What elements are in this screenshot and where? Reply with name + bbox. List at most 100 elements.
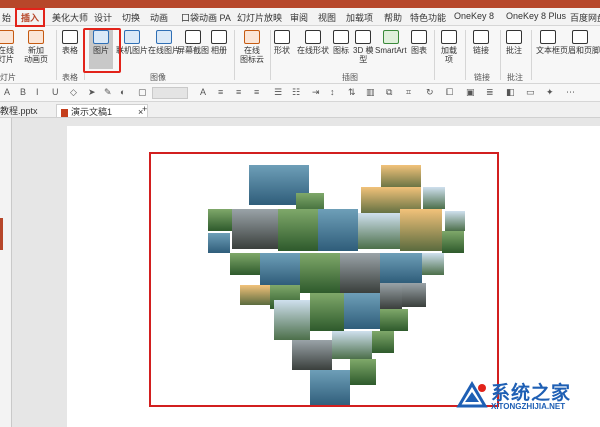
header-footer-icon xyxy=(572,30,588,44)
arrow-icon[interactable]: ➤ xyxy=(88,87,96,98)
online-shapes-icon xyxy=(305,30,321,44)
effects-icon[interactable]: ✦ xyxy=(546,87,554,98)
group-separator xyxy=(531,30,532,80)
online-icon-cloud-button[interactable]: 在线 图标云 xyxy=(240,30,264,64)
smartart-icon xyxy=(382,30,399,44)
watermark-logo-icon xyxy=(456,381,488,408)
header-footer-button[interactable]: 页眉和页脚 xyxy=(560,30,600,55)
icons-button[interactable]: 图标 xyxy=(333,30,349,55)
shape-icon[interactable]: ▢ xyxy=(138,87,147,98)
online-slide-button[interactable]: 在线 灯片 xyxy=(0,30,14,64)
tab-onekey8-plus[interactable]: OneKey 8 Plus xyxy=(506,11,566,21)
group-separator xyxy=(465,30,466,80)
tab-home[interactable]: 始 xyxy=(2,11,11,24)
group-separator xyxy=(270,30,271,80)
camera-icon xyxy=(185,30,201,44)
addins-button[interactable]: 加载 项 xyxy=(441,30,457,64)
watermark-name: 系统之家 xyxy=(491,383,572,404)
tab-slideshow[interactable]: 幻灯片放映 xyxy=(237,11,282,24)
group-label-illustrations: 插图 xyxy=(342,73,358,82)
screenshot-button[interactable]: 屏幕截图 xyxy=(177,30,209,55)
group-label-images: 图像 xyxy=(150,73,166,82)
doc-tab-presentation1[interactable]: 演示文稿1 × xyxy=(56,104,149,117)
textbox-button[interactable]: 文本框 xyxy=(536,30,560,55)
spacing-icon[interactable]: ↕ xyxy=(330,87,335,97)
smartart-button[interactable]: SmartArt xyxy=(375,30,407,55)
tab-review[interactable]: 审阅 xyxy=(290,11,308,24)
slide-icon xyxy=(0,30,14,44)
indent-icon[interactable]: ⇥ xyxy=(312,87,320,98)
web-picture-button[interactable]: 在线图片 xyxy=(148,30,180,55)
link-button[interactable]: 链接 xyxy=(473,30,489,55)
columns-icon[interactable]: ▥ xyxy=(366,87,375,98)
paint-icon[interactable]: ◐ xyxy=(120,87,125,97)
new-tab-button[interactable]: + xyxy=(142,104,147,114)
italic-icon[interactable]: I xyxy=(36,87,39,97)
doc-tab-tutorial[interactable]: 教程.pptx xyxy=(0,104,38,117)
tab-view[interactable]: 视图 xyxy=(318,11,336,24)
chart-button[interactable]: 图表 xyxy=(411,30,427,55)
align-right-icon[interactable]: ≡ xyxy=(254,87,259,97)
group-label-links: 链接 xyxy=(474,73,490,82)
chart-icon xyxy=(411,30,427,44)
group-separator xyxy=(434,30,435,80)
tab-baidu-netdisk[interactable]: 百度网盘 xyxy=(570,11,600,24)
tab-beautify[interactable]: 美化大师 xyxy=(52,11,88,24)
red-highlight-frame xyxy=(149,152,499,407)
group-separator xyxy=(234,30,235,80)
album-icon xyxy=(211,30,227,44)
tab-design[interactable]: 设计 xyxy=(94,11,112,24)
tab-onekey8[interactable]: OneKey 8 xyxy=(454,11,494,21)
bold-icon[interactable]: B xyxy=(20,87,26,97)
numbered-list-icon[interactable]: ☷ xyxy=(292,87,300,98)
font-color-icon[interactable]: A xyxy=(200,87,206,97)
tab-addins[interactable]: 加载项 xyxy=(346,11,373,24)
text-direction-icon[interactable]: ⇅ xyxy=(348,87,356,98)
cube-icon xyxy=(355,30,372,44)
insert-tab-highlight xyxy=(15,8,45,27)
group-label-slides: 灯片 xyxy=(0,73,16,82)
layers-icon[interactable]: ≣ xyxy=(486,87,494,98)
site-watermark: 系统之家 XITONGZHIJIA.NET xyxy=(455,376,595,420)
icon-cloud-icon xyxy=(244,30,260,44)
font-size-box[interactable] xyxy=(152,87,188,99)
crop-icon[interactable]: ⌗ xyxy=(406,87,411,98)
selected-slide-marker xyxy=(0,218,3,250)
tab-animations[interactable]: 动画 xyxy=(150,11,168,24)
underline-icon[interactable]: U xyxy=(52,87,59,97)
group-icon[interactable]: ⧠ xyxy=(446,87,453,98)
table-button[interactable]: 表格 xyxy=(62,30,78,55)
3d-model-button[interactable]: 3D 模 型 xyxy=(353,30,373,64)
align-left-icon[interactable]: ≡ xyxy=(218,87,223,97)
group-label-tables: 表格 xyxy=(62,73,78,82)
online-picture-icon xyxy=(124,30,140,44)
image-icon[interactable]: ▣ xyxy=(466,87,475,98)
slide-thumbnail-panel[interactable] xyxy=(0,118,12,427)
new-animation-page-button[interactable]: 新加 动画页 xyxy=(24,30,48,64)
rotate-icon[interactable]: ↻ xyxy=(426,87,434,98)
tab-pocket-animation[interactable]: 口袋动画 PA xyxy=(181,11,231,24)
pen-icon[interactable]: ✎ xyxy=(104,87,112,98)
outline-icon[interactable]: ▭ xyxy=(526,87,535,98)
watermark-url: XITONGZHIJIA.NET xyxy=(491,402,566,411)
album-button[interactable]: 相册 xyxy=(211,30,227,55)
tab-transitions[interactable]: 切换 xyxy=(122,11,140,24)
list-icon[interactable]: ☰ xyxy=(274,87,282,98)
comment-icon xyxy=(506,30,522,44)
font-icon[interactable]: A xyxy=(4,87,10,97)
arrange-icon[interactable]: ⧉ xyxy=(386,87,392,98)
online-shapes-button[interactable]: 在线形状 xyxy=(297,30,329,55)
shape-fill-icon[interactable]: ◇ xyxy=(70,87,77,98)
tab-features[interactable]: 特色功能 xyxy=(410,11,446,24)
icons-icon xyxy=(333,30,349,44)
new-page-icon xyxy=(28,30,44,44)
shapes-button[interactable]: 形状 xyxy=(274,30,290,55)
addins-icon xyxy=(441,30,457,44)
align-center-icon[interactable]: ≡ xyxy=(236,87,241,97)
comment-button[interactable]: 批注 xyxy=(506,30,522,55)
fill-icon[interactable]: ◧ xyxy=(506,87,515,98)
more-icon[interactable]: ⋯ xyxy=(566,87,575,98)
format-toolbar: A B I U ◇ ➤ ✎ ◐ ▢ A ≡ ≡ ≡ ☰ ☷ ⇥ ↕ ⇅ ▥ ⧉ … xyxy=(0,84,600,102)
table-icon xyxy=(62,30,78,44)
tab-help[interactable]: 帮助 xyxy=(384,11,402,24)
